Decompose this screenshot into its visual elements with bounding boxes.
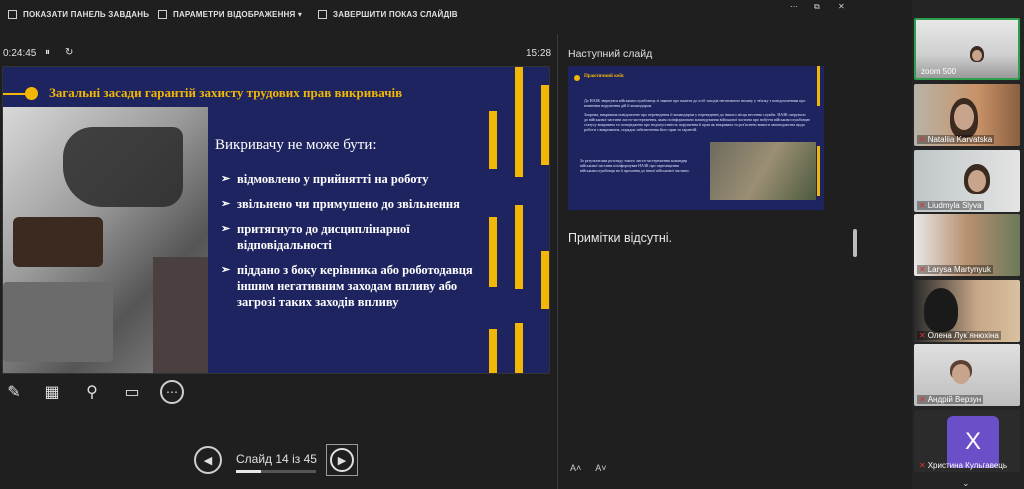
display-settings-button[interactable]: ПАРАМЕТРИ ВІДОБРАЖЕННЯ ▾ [158,10,302,19]
slide-progress-bar [236,470,316,473]
end-show-icon [318,10,327,19]
settings-icon [158,10,167,19]
increase-font-button[interactable]: A˄ [570,463,581,473]
participant-tile[interactable]: X ✕ Христина Кульгавець [914,410,1020,472]
current-time: 15:28 [526,48,552,59]
arrow-bullet-icon: ➢ [221,223,231,235]
participant-tile[interactable]: zoom 500 [914,18,1020,80]
notes-scrollbar[interactable] [853,229,857,257]
zoom-icon[interactable]: ⚲ [80,380,104,404]
reset-timer-icon[interactable]: ↻ [65,47,73,58]
bullet-item: ➢ відмовлено у прийнятті на роботу [221,172,429,186]
bullet-item: ➢ піддано з боку керівника або роботодавц… [221,263,473,309]
participant-name: ✕ Liudmyla Slyva [917,201,984,210]
mini-decor-bar [817,146,820,196]
slide-bullet-list: ➢ відмовлено у прийнятті на роботу ➢ звіль… [221,171,496,319]
muted-mic-icon: ✕ [919,265,926,274]
decrease-font-button[interactable]: A˅ [595,463,606,473]
display-settings-label: ПАРАМЕТРИ ВІДОБРАЖЕННЯ ▾ [173,10,303,19]
all-slides-icon[interactable]: ▦ [40,380,64,404]
more-options-icon[interactable]: ⋯ [160,380,184,404]
decor-bar [515,67,523,177]
muted-mic-icon: ✕ [919,331,926,340]
decor-bar [515,205,523,289]
end-show-label: ЗАВЕРШИТИ ПОКАЗ СЛАЙДІВ [333,10,458,19]
participant-tile[interactable]: ✕ Олена Лук`янюхіна [914,280,1020,342]
muted-mic-icon: ✕ [919,461,926,470]
slide-progress-fill [236,470,261,473]
chevron-down-icon[interactable]: ⌄ [962,478,970,489]
slide-title: Загальні засади гарантій захисту трудови… [49,85,403,100]
black-screen-icon[interactable]: ▭ [120,380,144,404]
decor-bar [541,85,549,165]
participant-tile[interactable]: ✕ Larysa Martynyuk [914,214,1020,276]
arrow-bullet-icon: ➢ [221,173,231,185]
mini-slide-photo [710,142,816,200]
presenter-tools: ✎ ▦ ⚲ ▭ ⋯ [0,380,200,406]
chevron-right-icon: ▶ [330,448,354,472]
top-toolbar: ПОКАЗАТИ ПАНЕЛЬ ЗАВДАНЬ ПАРАМЕТРИ ВІДОБР… [0,0,912,34]
participants-panel: zoom 500 ✕ Nataliia Karvatska ✕ Liudmyla S… [912,0,1024,489]
participant-name: ✕ Nataliia Karvatska [917,135,995,144]
font-size-controls: A˄ A˅ [570,463,607,473]
close-window-icon[interactable]: ✕ [838,2,845,11]
slide-counter: Слайд 14 із 45 [236,452,317,466]
current-slide: Загальні засади гарантій захисту трудови… [2,66,550,374]
chevron-left-icon: ◀ [203,454,213,467]
mini-slide-title: Практичний кейс [584,74,625,79]
show-taskbar-label: ПОКАЗАТИ ПАНЕЛЬ ЗАВДАНЬ [23,10,150,19]
participant-name: ✕ Олена Лук`янюхіна [917,331,1001,340]
mini-accent-dot [574,75,580,81]
participant-name: zoom 500 [921,67,957,76]
decor-bar [541,251,549,309]
mini-decor-bar [817,66,820,106]
restore-window-icon[interactable]: ⧉ [814,2,820,12]
participant-name: ✕ Христина Кульгавець [919,461,1008,470]
next-slide-button[interactable]: ▶ [326,444,358,476]
bullet-item: ➢ притягнуто до дисциплінарної відповідал… [221,222,410,252]
decor-bar [489,111,497,169]
end-show-button[interactable]: ЗАВЕРШИТИ ПОКАЗ СЛАЙДІВ [318,10,458,19]
taskbar-icon [8,10,17,19]
participant-tile[interactable]: ✕ Nataliia Karvatska [914,84,1020,146]
show-taskbar-button[interactable]: ПОКАЗАТИ ПАНЕЛЬ ЗАВДАНЬ [8,10,149,19]
decor-bar [489,329,497,373]
next-slide-label: Наступний слайд [568,48,653,60]
elapsed-timer: 0:24:45 [3,48,37,59]
muted-mic-icon: ✕ [919,201,926,210]
slide-photo-gavel [3,107,208,373]
participant-tile[interactable]: ✕ Андрій Верзун [914,344,1020,406]
muted-mic-icon: ✕ [919,395,926,404]
slide-subtitle: Викривачу не може бути: [215,137,377,153]
pane-divider[interactable] [557,34,558,489]
participant-tile[interactable]: ✕ Liudmyla Slyva [914,150,1020,212]
mini-paragraph: Зокрема, викривача повідомлено про перев… [584,112,810,132]
muted-mic-icon: ✕ [919,135,926,144]
previous-slide-button[interactable]: ◀ [194,446,222,474]
speaker-notes: Примітки відсутні. [568,231,673,245]
decor-bar [515,323,523,373]
arrow-bullet-icon: ➢ [221,264,231,276]
bullet-item: ➢ звільнено чи примушено до звільнення [221,197,460,211]
pause-timer-icon[interactable]: ⏸ [45,47,50,58]
next-slide-preview[interactable]: Практичний кейс До НАЗК звернувся військ… [568,66,824,210]
participant-name: ✕ Андрій Верзун [917,395,984,404]
title-accent-dot [25,87,38,100]
mini-paragraph: За результатами розгляду такого листа-за… [580,158,690,173]
pen-icon[interactable]: ✎ [2,380,26,404]
participant-name: ✕ Larysa Martynyuk [917,265,993,274]
arrow-bullet-icon: ➢ [221,198,231,210]
more-window-options-icon[interactable]: ⋯ [790,2,798,11]
mini-paragraph: До НАЗК звернувся військовослужбовець зі… [584,98,806,108]
